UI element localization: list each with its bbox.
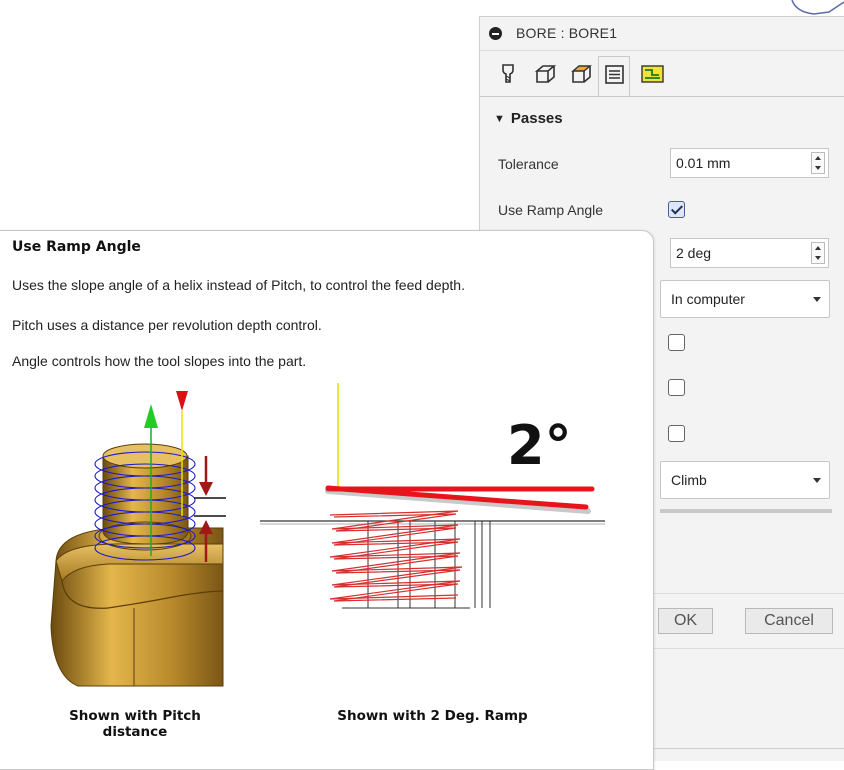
section-passes[interactable]: ▼ Passes (494, 110, 563, 127)
chevron-down-icon (813, 478, 821, 483)
cancel-button[interactable]: Cancel (745, 608, 833, 634)
tab-geometry[interactable] (528, 56, 560, 92)
ramp-angle-field[interactable]: 2 deg (670, 238, 829, 268)
tab-tool[interactable] (492, 56, 524, 92)
tab-linking[interactable] (635, 56, 667, 92)
tolerance-field[interactable]: 0.01 mm (670, 148, 829, 178)
ok-button[interactable]: OK (658, 608, 713, 634)
linking-icon (641, 65, 664, 83)
dialog-title: BORE : BORE1 (516, 25, 618, 41)
passes-icon (605, 65, 624, 84)
option-checkbox-3[interactable] (668, 425, 685, 442)
caption-pitch-line-1: Shown with Pitch (69, 708, 201, 724)
use-ramp-angle-checkbox[interactable] (668, 201, 685, 218)
tab-passes[interactable] (598, 56, 630, 97)
ramp-angle-spinner[interactable] (811, 242, 825, 264)
geometry-icon (534, 65, 557, 83)
direction-select[interactable]: Climb (660, 461, 830, 499)
option-checkbox-2[interactable] (668, 379, 685, 396)
tooltip-line-3: Angle controls how the tool slopes into … (12, 353, 307, 369)
expand-triangle-icon: ▼ (494, 113, 505, 125)
compensation-value: In computer (671, 291, 745, 307)
angle-label: 2° (507, 414, 572, 477)
tab-divider (480, 96, 844, 97)
direction-value: Climb (671, 472, 707, 488)
tab-bar (492, 56, 842, 97)
tooltip-title: Use Ramp Angle (12, 239, 141, 255)
compensation-select[interactable]: In computer (660, 280, 830, 318)
ramp-angle-value: 2 deg (676, 245, 712, 261)
heights-icon (571, 65, 592, 83)
dialog-title-bar: BORE : BORE1 (480, 17, 844, 51)
use-ramp-angle-label: Use Ramp Angle (498, 202, 604, 218)
tolerance-label: Tolerance (498, 156, 559, 172)
tolerance-spinner[interactable] (811, 152, 825, 174)
caption-pitch-line-2: distance (102, 724, 168, 740)
tooltip-line-1: Uses the slope angle of a helix instead … (12, 277, 465, 293)
tolerance-value: 0.01 mm (676, 155, 731, 171)
divider (660, 509, 832, 513)
caption-pitch: Shown with Pitch distance (40, 708, 230, 740)
pitch-illustration (50, 391, 226, 687)
tooltip-line-2: Pitch uses a distance per revolution dep… (12, 317, 322, 333)
tool-icon (502, 64, 514, 83)
tab-heights[interactable] (564, 56, 596, 92)
chevron-down-icon (813, 297, 821, 302)
caption-ramp: Shown with 2 Deg. Ramp (337, 708, 528, 724)
option-checkbox-1[interactable] (668, 334, 685, 351)
tooltip-use-ramp-angle: Use Ramp Angle Uses the slope angle of a… (0, 230, 654, 770)
section-title: Passes (510, 110, 563, 127)
collapse-icon[interactable] (489, 27, 502, 40)
